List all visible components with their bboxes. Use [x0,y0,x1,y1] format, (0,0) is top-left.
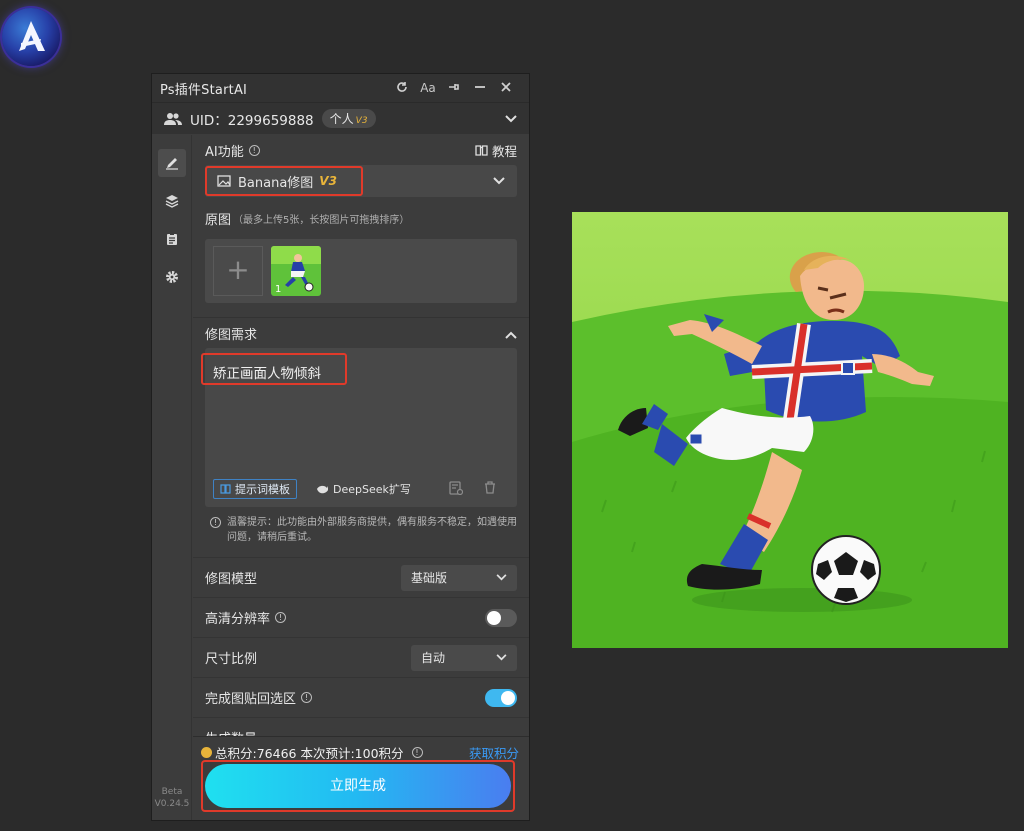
refresh-icon[interactable] [389,81,415,96]
paste-back-row: 完成图贴回选区 ! [193,677,529,717]
info-icon[interactable]: ! [275,612,287,623]
thumbnail-index: 1 [275,284,282,295]
tutorial-link[interactable]: 教程 [475,141,517,160]
trash-icon[interactable] [484,481,496,497]
titlebar: Ps插件StartAI Aa [152,74,529,102]
sidebar-item-notes[interactable] [158,225,186,253]
pin-icon[interactable] [441,81,467,96]
book-icon [475,145,488,156]
request-header[interactable]: 修图需求 [193,318,529,348]
paste-back-label: 完成图贴回选区 [205,692,297,707]
feature-highlight [205,166,363,196]
hd-row: 高清分辨率 ! [193,597,529,637]
main-content: AI功能 ! 教程 Banana修图 V3 原图 （最多上传5张，长按图片可拖拽… [193,135,529,820]
users-icon [164,112,182,125]
version-number: V0.24.5 [154,799,190,809]
source-hint: （最多上传5张，长按图片可拖拽排序） [233,214,410,226]
history-icon[interactable] [449,481,464,498]
ratio-select[interactable]: 自动 [411,644,517,671]
info-icon[interactable]: ! [248,144,260,156]
deepseek-whale-icon [317,485,328,494]
info-icon[interactable]: ! [301,692,313,703]
soccer-player-illustration [572,212,1008,648]
preview-image [572,212,1008,648]
source-thumbnail[interactable]: 1 [271,246,321,296]
tip-text: 温馨提示：此功能由外部服务商提供，偶有服务不稳定，如遇使用问题，请稍后重试。 [227,517,517,543]
book-open-icon [220,484,231,494]
chevron-down-icon [493,175,505,188]
user-bar[interactable]: UID：2299659888 个人 V3 [152,102,529,134]
plan-version: V3 [355,116,368,126]
close-icon[interactable] [493,81,519,96]
pencil-icon [165,158,178,170]
coin-icon [201,747,212,758]
hd-toggle[interactable] [485,608,517,627]
chevron-down-icon [496,654,507,661]
model-row: 修图模型 基础版 [193,557,529,597]
source-header: 原图 （最多上传5张，长按图片可拖拽排序） [193,203,529,233]
plan-badge: 个人 V3 [321,109,376,128]
info-icon[interactable]: ! [411,747,423,758]
gear-icon [165,271,178,283]
generate-button[interactable]: 立即生成 [205,764,511,808]
version-label: Beta V0.24.5 [152,786,192,810]
font-size-icon[interactable]: Aa [415,81,441,95]
footer: 总积分:76466 本次预计:100积分 ! 获取积分 立即生成 [193,736,529,820]
info-icon: ! [210,517,221,528]
app-title: Ps插件StartAI [160,82,248,98]
tutorial-label: 教程 [491,143,517,159]
ai-function-label: AI功能 [205,144,244,160]
notes-icon [166,233,177,245]
chevron-up-icon[interactable] [505,324,517,343]
deepseek-expand-button[interactable]: DeepSeek扩写 [316,479,411,499]
request-label: 修图需求 [205,327,258,343]
startai-logo [2,8,60,66]
ratio-label: 尺寸比例 [205,652,258,667]
paste-back-toggle[interactable] [485,688,517,707]
prompt-template-button[interactable]: 提示词模板 [213,479,297,499]
chevron-down-icon [496,574,507,581]
add-image-button[interactable]: + [213,246,263,296]
sidebar: Beta V0.24.5 [152,135,192,820]
chevron-down-icon[interactable] [505,112,517,126]
upload-area: + 1 [205,239,517,303]
version-tag: Beta [161,787,183,797]
ratio-row: 尺寸比例 自动 [193,637,529,677]
ai-function-header: AI功能 ! 教程 [193,135,529,165]
uid-label: UID：2299659888 [190,112,314,129]
model-label: 修图模型 [205,572,258,587]
startai-a-icon [19,21,45,51]
sidebar-item-settings[interactable] [158,263,186,291]
deepseek-button-label: DeepSeek扩写 [333,483,411,496]
ratio-value: 自动 [421,651,446,665]
sidebar-item-layers[interactable] [158,187,186,215]
feature-dropdown[interactable]: Banana修图 V3 [205,165,517,197]
prompt-text: 矫正画面人物倾斜 [213,366,321,382]
source-label: 原图 [205,212,232,228]
service-tip: ! 温馨提示：此功能由外部服务商提供，偶有服务不稳定，如遇使用问题，请稍后重试。 [205,515,517,545]
plan-name: 个人 [329,112,354,126]
model-value: 基础版 [411,571,448,585]
layers-icon [165,195,178,208]
template-button-label: 提示词模板 [235,483,290,496]
minimize-icon[interactable] [467,81,493,96]
plugin-panel: Ps插件StartAI Aa UID：2299659888 个人 V3 Beta… [151,73,530,821]
hd-label: 高清分辨率 [205,612,271,627]
sidebar-item-edit[interactable] [157,149,186,177]
model-select[interactable]: 基础版 [401,564,517,591]
prompt-textarea[interactable]: 矫正画面人物倾斜 提示词模板 DeepSeek扩写 [201,348,517,507]
